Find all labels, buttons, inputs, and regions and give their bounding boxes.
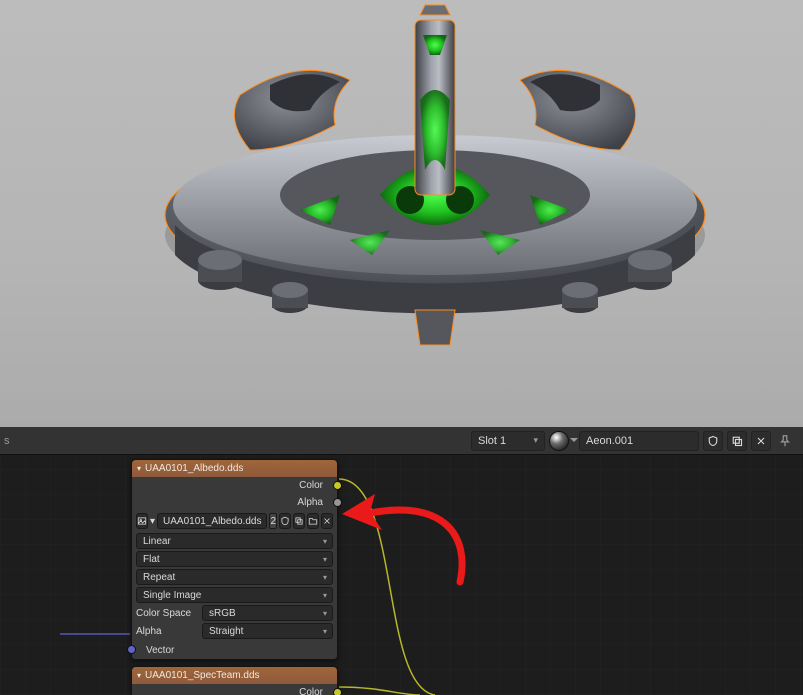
projection-dropdown[interactable]: Flat ▾ [136,551,333,567]
material-slot-label: Slot 1 [478,435,506,447]
sidebar-truncation: s [4,435,12,447]
node-editor[interactable]: s Slot 1 ▾ Aeon.001 [0,427,803,695]
node-header[interactable]: ▾ UAA0101_SpecTeam.dds [132,667,337,684]
annotation-arrow [330,472,490,602]
extension-dropdown[interactable]: Repeat ▾ [136,569,333,585]
material-slot-dropdown[interactable]: Slot 1 ▾ [471,431,545,451]
node-title: UAA0101_Albedo.dds [145,463,243,474]
chevron-down-icon: ▾ [533,435,538,446]
collapse-icon[interactable]: ▾ [137,671,141,680]
input-vector-socket-row: Vector [132,641,337,659]
image-datablock-row: ▾ UAA0101_Albedo.dds 2 [132,511,337,531]
unlink-image-icon[interactable] [321,513,333,529]
socket-color-out[interactable] [333,688,342,695]
material-preview-sphere[interactable] [549,431,569,451]
image-browse-button[interactable] [136,513,148,529]
output-color-socket-row: Color [132,477,337,494]
chevron-down-icon[interactable]: ▾ [150,513,155,529]
open-image-icon[interactable] [307,513,319,529]
alpha-mode-row: Alpha Straight ▾ [136,623,333,639]
fake-user-toggle[interactable] [703,431,723,451]
chevron-down-icon: ▾ [323,573,327,582]
socket-vector-in[interactable] [127,645,136,654]
new-material-button[interactable] [727,431,747,451]
chevron-down-icon: ▾ [323,591,327,600]
socket-color-out[interactable] [333,481,342,490]
image-texture-node-albedo[interactable]: ▾ UAA0101_Albedo.dds Color Alpha ▾ UAA01… [131,459,338,660]
viewport-3d[interactable] [0,0,803,427]
unlink-material-button[interactable] [751,431,771,451]
chevron-down-icon: ▾ [323,537,327,546]
node-header[interactable]: ▾ UAA0101_Albedo.dds [132,460,337,477]
output-alpha-socket-row: Alpha [132,494,337,511]
material-name-input[interactable]: Aeon.001 [579,431,699,451]
source-dropdown[interactable]: Single Image ▾ [136,587,333,603]
node-title: UAA0101_SpecTeam.dds [145,670,260,681]
output-color-socket-row: Color [132,684,337,695]
collapse-icon[interactable]: ▾ [137,464,141,473]
alpha-mode-dropdown[interactable]: Straight ▾ [202,623,333,639]
users-count[interactable]: 2 [269,513,277,529]
new-image-icon[interactable] [293,513,305,529]
node-editor-header: s Slot 1 ▾ Aeon.001 [0,427,803,455]
chevron-down-icon: ▾ [323,555,327,564]
colorspace-dropdown[interactable]: sRGB ▾ [202,605,333,621]
image-texture-node-specteam[interactable]: ▾ UAA0101_SpecTeam.dds Color [131,666,338,695]
image-name-field[interactable]: UAA0101_Albedo.dds [157,513,267,529]
chevron-down-icon: ▾ [323,627,327,636]
pin-toggle[interactable] [775,431,795,451]
chevron-down-icon: ▾ [323,609,327,618]
interpolation-dropdown[interactable]: Linear ▾ [136,533,333,549]
socket-alpha-out[interactable] [333,498,342,507]
fake-user-icon[interactable] [279,513,291,529]
colorspace-row: Color Space sRGB ▾ [136,605,333,621]
